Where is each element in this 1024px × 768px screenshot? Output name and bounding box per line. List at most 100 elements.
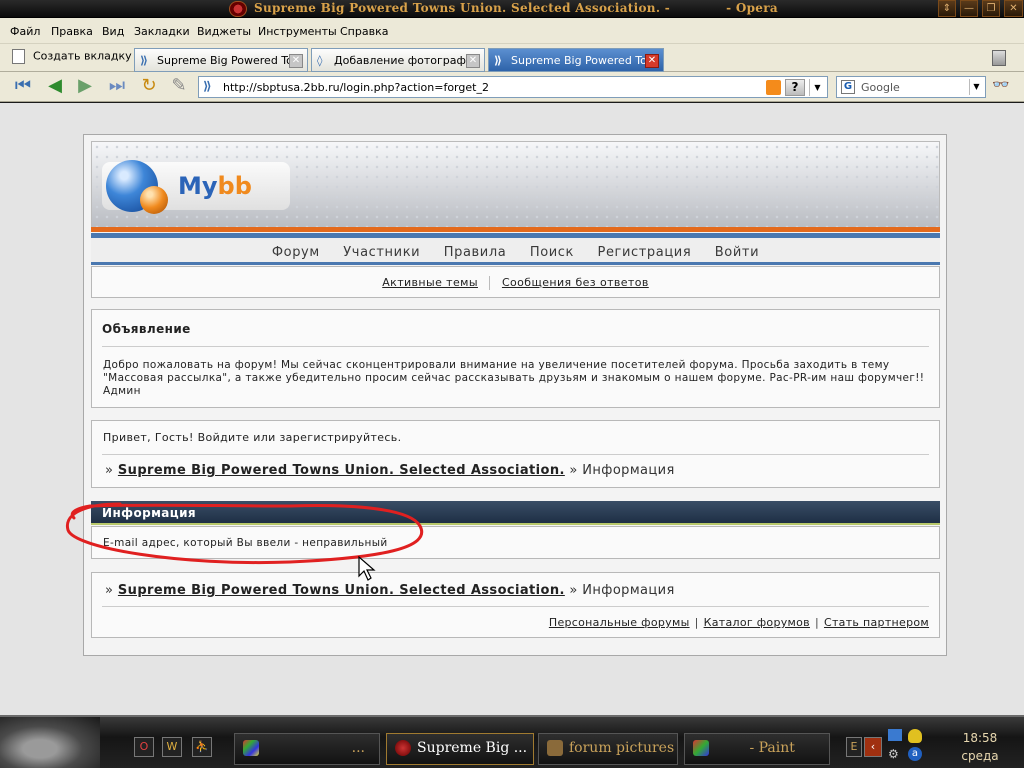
trash-icon[interactable] <box>992 50 1006 66</box>
language-icon[interactable]: E <box>846 737 862 757</box>
restore-down-icon[interactable]: ⇕ <box>938 0 956 17</box>
back-icon[interactable]: ◀ <box>44 76 66 98</box>
divider <box>102 346 929 347</box>
new-tab-button[interactable]: Создать вкладку <box>12 49 132 71</box>
link-unanswered[interactable]: Сообщения без ответов <box>502 276 649 289</box>
url-text[interactable]: http://sbptusa.2bb.ru/login.php?action=f… <box>223 81 489 94</box>
reload-icon[interactable]: ↻ <box>138 76 160 98</box>
chevron-down-icon[interactable]: ▼ <box>809 79 825 96</box>
forum-page: Mybb Форум Участники Правила Поиск Регис… <box>83 134 947 656</box>
window-title: Supreme Big Powered Towns Union. Selecte… <box>254 1 778 15</box>
site-icon: ◊ <box>317 54 323 67</box>
edit-icon[interactable]: ✎ <box>168 76 190 98</box>
opera-quicklaunch-icon[interactable]: O <box>134 737 154 757</box>
tab-2[interactable]: ◊ Добавление фотограф... ✕ <box>311 48 485 72</box>
folder-icon <box>547 740 563 756</box>
announcement-box: Объявление Добро пожаловать на форум! Мы… <box>91 309 940 408</box>
system-tray: ⚙ a <box>884 727 936 765</box>
search-engine-label[interactable]: Google <box>861 81 900 94</box>
nav-search[interactable]: Поиск <box>530 245 574 260</box>
shield-icon[interactable] <box>908 729 922 743</box>
windows-icon <box>243 740 259 756</box>
start-button-dragon-icon[interactable] <box>0 717 100 768</box>
clock[interactable]: 18:58 среда <box>940 729 1020 765</box>
close-tab-icon[interactable]: ✕ <box>645 54 659 68</box>
warcraft-quicklaunch-icon[interactable]: W <box>162 737 182 757</box>
opera-page-icon: ⟫ <box>203 79 212 93</box>
glasses-icon[interactable]: 👓 <box>992 77 1009 93</box>
separator <box>489 276 491 290</box>
app-quicklaunch-icon[interactable]: ⛹ <box>192 737 212 757</box>
nav-register[interactable]: Регистрация <box>598 245 692 260</box>
link-forum-catalog[interactable]: Каталог форумов <box>704 616 810 629</box>
logo-ball-small-icon <box>140 186 168 214</box>
help-button[interactable]: ? <box>785 79 805 96</box>
rss-icon[interactable] <box>766 80 781 95</box>
guest-greeting: Привет, Гость! Войдите или зарегистрируй… <box>103 431 402 444</box>
new-tab-icon <box>12 49 25 64</box>
menu-widgets[interactable]: Виджеты <box>197 25 251 38</box>
menu-view[interactable]: Вид <box>102 25 124 38</box>
tab-3-active[interactable]: ⟫ Supreme Big Powered To... ✕ <box>488 48 664 72</box>
menu-file[interactable]: Файл <box>10 25 40 38</box>
menu-bookmarks[interactable]: Закладки <box>134 25 190 38</box>
announcement-text: Добро пожаловать на форум! Мы сейчас ско… <box>103 359 925 397</box>
breadcrumb-current: Информация <box>582 583 675 598</box>
tab-bar: Создать вкладку ⟫ Supreme Big Powered To… <box>0 44 1024 72</box>
link-become-partner[interactable]: Стать партнером <box>824 616 929 629</box>
mouse-cursor-icon <box>358 556 376 581</box>
fast-forward-icon[interactable]: ⏭ <box>106 76 128 98</box>
taskbar-item-1[interactable]: ... <box>234 733 380 765</box>
taskbar-item-folder[interactable]: forum pictures <box>538 733 678 765</box>
menu-tools[interactable]: Инструменты <box>258 25 337 38</box>
minimize-button[interactable]: — <box>960 0 978 17</box>
forum-subnav: Активные темы Сообщения без ответов <box>91 266 940 298</box>
chevron-down-icon[interactable]: ▼ <box>969 79 983 95</box>
rewind-icon[interactable]: ⏮ <box>12 76 34 98</box>
chevron-left-icon[interactable]: ‹ <box>864 737 882 757</box>
menu-help[interactable]: Справка <box>340 25 388 38</box>
taskbar-item-opera[interactable]: Supreme Big ... <box>386 733 534 765</box>
navigation-toolbar: ⏮ ◀ ▶ ⏭ ↻ ✎ ⟫ http://sbptusa.2bb.ru/logi… <box>0 72 1024 102</box>
opera-page-icon: ⟫ <box>140 54 148 67</box>
nav-login[interactable]: Войти <box>715 245 759 260</box>
opera-page-icon: ⟫ <box>494 54 502 67</box>
breadcrumb-forum-link[interactable]: Supreme Big Powered Towns Union. Selecte… <box>118 583 565 598</box>
google-icon: G <box>841 80 855 94</box>
close-tab-icon[interactable]: ✕ <box>289 54 303 68</box>
nav-rules[interactable]: Правила <box>444 245 507 260</box>
tray-app-icon[interactable] <box>888 729 902 741</box>
network-icon[interactable]: ⚙ <box>888 747 902 761</box>
taskbar-item-paint[interactable]: - Paint <box>684 733 830 765</box>
welcome-box: Привет, Гость! Войдите или зарегистрируй… <box>91 420 940 488</box>
close-tab-icon[interactable]: ✕ <box>466 54 480 68</box>
search-field[interactable]: G Google ▼ <box>836 76 986 98</box>
page-viewport: Mybb Форум Участники Правила Поиск Регис… <box>0 103 1024 715</box>
forward-icon[interactable]: ▶ <box>74 76 96 98</box>
info-body: E-mail адрес, который Вы ввели - неправи… <box>91 526 940 559</box>
nav-forum[interactable]: Форум <box>272 245 320 260</box>
title-bar: Supreme Big Powered Towns Union. Selecte… <box>0 0 1024 18</box>
breadcrumb-forum-link[interactable]: Supreme Big Powered Towns Union. Selecte… <box>118 463 565 478</box>
clock-time: 18:58 <box>962 731 998 745</box>
info-header: Информация <box>91 501 940 525</box>
maximize-button[interactable]: ❐ <box>982 0 1000 17</box>
nav-members[interactable]: Участники <box>343 245 420 260</box>
logo-text: Mybb <box>178 172 252 200</box>
opera-icon <box>229 1 247 17</box>
close-button[interactable]: ✕ <box>1004 0 1023 17</box>
clock-day: среда <box>961 749 999 763</box>
menu-edit[interactable]: Правка <box>51 25 93 38</box>
announcement-title: Объявление <box>102 322 191 336</box>
paint-icon <box>693 740 709 756</box>
footer-box: » Supreme Big Powered Towns Union. Selec… <box>91 572 940 638</box>
mybb-logo[interactable]: Mybb <box>102 160 290 214</box>
menu-bar: Файл Правка Вид Закладки Виджеты Инструм… <box>0 18 1024 44</box>
tab-1[interactable]: ⟫ Supreme Big Powered To... ✕ <box>134 48 308 72</box>
link-personal-forums[interactable]: Персональные форумы <box>549 616 690 629</box>
language-indicator-icon[interactable]: a <box>908 747 922 761</box>
breadcrumb-current: Информация <box>582 463 675 478</box>
address-bar[interactable]: ⟫ http://sbptusa.2bb.ru/login.php?action… <box>198 76 828 98</box>
footer-links: Персональные форумы | Каталог форумов | Стат… <box>548 616 929 629</box>
link-active-topics[interactable]: Активные темы <box>382 276 478 289</box>
